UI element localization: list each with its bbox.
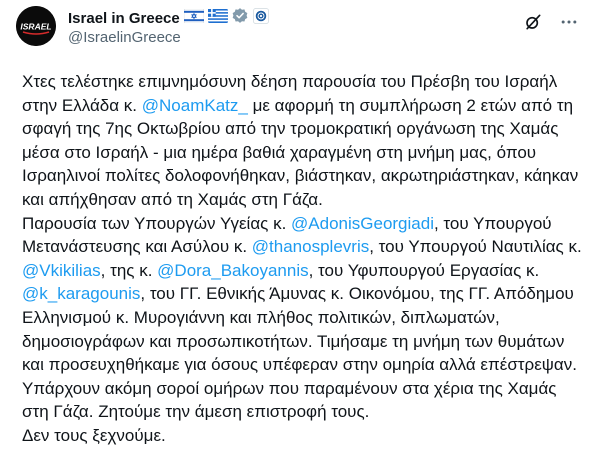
mention-link[interactable]: @NoamKatz_: [142, 96, 248, 115]
israel-flag-icon: [183, 8, 205, 28]
account-names: Israel in Greece @IsraelinGreece: [68, 7, 270, 46]
tweet-text-segment: , του ΓΓ. Εθνικής Άμυνας κ. Οικονόμου, τ…: [22, 284, 577, 445]
mention-link[interactable]: @k_karagounis: [22, 284, 140, 303]
grok-icon[interactable]: [519, 8, 547, 36]
name-row: Israel in Greece: [68, 7, 270, 30]
greece-flag-icon: [207, 8, 228, 28]
tweet-text-segment: , του Υπουργού Ναυτιλίας κ.: [369, 237, 587, 257]
avatar[interactable]: ISRAEL: [16, 6, 56, 46]
mention-link[interactable]: @Dora_Bakoyannis: [157, 261, 308, 280]
tweet-text-segment: , του Υφυπουργού Εργασίας κ.: [308, 260, 544, 280]
tweet-text-segment: με αφορμή τη συμπλήρωση 2 ετών από τη σφ…: [22, 95, 579, 233]
mention-link[interactable]: @thanosplevris: [252, 237, 369, 256]
affiliate-badge-icon[interactable]: [252, 7, 270, 30]
mention-link[interactable]: @AdonisGeorgiadi: [291, 214, 434, 233]
display-name[interactable]: Israel in Greece: [68, 10, 180, 27]
mention-link[interactable]: @Vkikilias: [22, 261, 101, 280]
tweet-text: Χτες τελέστηκε επιμνημόσυνη δέηση παρουσ…: [22, 70, 587, 448]
tweet-header: ISRAEL Israel in Greece @IsraelinGreece: [16, 6, 583, 54]
avatar-text: ISRAEL: [20, 22, 51, 32]
tweet-text-segment: , της κ.: [100, 260, 158, 280]
top-actions: [511, 8, 583, 36]
tweet: ISRAEL Israel in Greece @IsraelinGreece …: [0, 0, 599, 455]
more-icon[interactable]: [555, 8, 583, 36]
account-handle[interactable]: @IsraelinGreece: [68, 29, 270, 46]
verified-badge-icon[interactable]: [231, 7, 249, 30]
avatar-logo-icon: ISRAEL: [16, 6, 56, 46]
